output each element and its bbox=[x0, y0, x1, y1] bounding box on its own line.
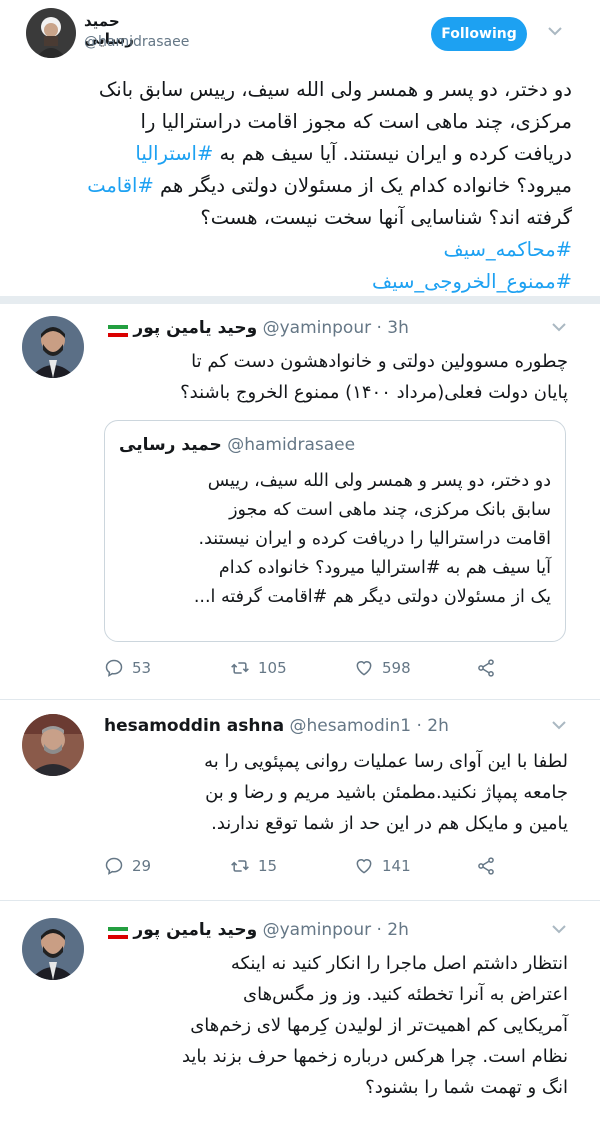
quoted-author-name: حمید رسایی bbox=[119, 435, 222, 455]
reply-icon bbox=[105, 857, 123, 875]
tweet-line: مرکزی، چند ماهی است که مجوز اقامت دراستر… bbox=[140, 110, 572, 133]
retweet-button[interactable]: 105 bbox=[230, 658, 287, 678]
header-handle[interactable]: @hamidrasaee bbox=[84, 34, 189, 50]
reply-author-name[interactable]: وحید یامین پور bbox=[133, 318, 257, 338]
tweet-actions: 53 105 598 bbox=[104, 658, 574, 686]
quote-line: یک از مسئولان دولتی دیگر هم #اقامت گرفته… bbox=[193, 587, 551, 607]
like-icon bbox=[356, 661, 372, 676]
reply-body: لطفا با این آوای رسا عملیات روانی پمپئوی… bbox=[104, 746, 568, 839]
like-icon bbox=[356, 859, 372, 874]
retweet-count: 105 bbox=[258, 659, 287, 677]
following-button[interactable]: Following bbox=[431, 17, 527, 51]
reply-icon bbox=[105, 659, 123, 677]
retweet-button[interactable]: 15 bbox=[230, 856, 277, 876]
quote-line: سابق بانک مرکزی، چند ماهی است که مجوز bbox=[229, 500, 551, 520]
reply-line: یامین و مایکل هم در این حد از شما توقع ن… bbox=[211, 813, 568, 834]
retweet-icon bbox=[231, 860, 249, 872]
reply-line: جامعه پمپاژ نکنید.مطمئن باشید مریم و رضا… bbox=[205, 782, 568, 803]
divider bbox=[0, 900, 600, 901]
quoted-tweet-body: دو دختر، دو پسر و همسر ولی الله سیف، ریی… bbox=[117, 467, 551, 612]
quote-line: آیا سیف هم به #استرالیا میرود؟ خانواده ک… bbox=[218, 558, 551, 578]
tweet-line: دریافت کرده و ایران نیستند. آیا سیف هم ب… bbox=[20, 138, 572, 170]
reply-header: وحید یامین پور @yaminpour · 3h bbox=[104, 318, 409, 338]
like-count: 598 bbox=[382, 659, 411, 677]
quoted-author-handle: @hamidrasaee bbox=[227, 435, 356, 455]
retweet-icon bbox=[231, 662, 249, 674]
hashtag-link[interactable]: #اقامت bbox=[87, 174, 154, 197]
tweet-body: دو دختر، دو پسر و همسر ولی الله سیف، ریی… bbox=[20, 74, 572, 298]
reply-line: اعتراض به آنرا تخطئه کنید. وز وز مگس‌های bbox=[243, 984, 568, 1005]
reply-count: 53 bbox=[132, 659, 152, 677]
iran-flag-icon bbox=[108, 322, 128, 337]
tweet-line: میرود؟ خانواده کدام یک از مسئولان دولتی … bbox=[20, 170, 572, 202]
avatar-image bbox=[26, 8, 76, 58]
like-count: 141 bbox=[382, 857, 411, 875]
share-button[interactable] bbox=[476, 856, 496, 876]
reply-author-handle[interactable]: @yaminpour · 3h bbox=[263, 318, 409, 338]
reply-body: چطوره مسوولین دولتی و خانوادهشون دست کم … bbox=[104, 346, 568, 408]
like-button[interactable]: 141 bbox=[354, 856, 411, 876]
tweet-actions: 29 15 141 bbox=[104, 856, 574, 884]
tweet-text: میرود؟ خانواده کدام یک از مسئولان دولتی … bbox=[153, 174, 572, 197]
share-button[interactable] bbox=[476, 658, 496, 678]
tweet-line: دو دختر، دو پسر و همسر ولی الله سیف، ریی… bbox=[98, 78, 572, 101]
reply-author-name[interactable]: hesamoddin ashna bbox=[104, 716, 284, 736]
reply-line: انگ و تهمت شما را بشنود؟ bbox=[365, 1077, 568, 1098]
chevron-down-icon[interactable] bbox=[552, 718, 566, 734]
reply-author-handle[interactable]: @yaminpour · 2h bbox=[263, 920, 409, 940]
avatar-image bbox=[22, 714, 84, 776]
divider bbox=[0, 699, 600, 700]
reply-line: چطوره مسوولین دولتی و خانوادهشون دست کم … bbox=[191, 351, 568, 372]
iran-flag-icon bbox=[108, 924, 128, 939]
reply-line: لطفا با این آوای رسا عملیات روانی پمپئوی… bbox=[204, 751, 568, 772]
reply-author-name[interactable]: وحید یامین پور bbox=[133, 920, 257, 940]
reply-button[interactable]: 53 bbox=[104, 658, 151, 678]
quoted-tweet[interactable]: حمید رسایی @hamidrasaee دو دختر، دو پسر … bbox=[104, 420, 566, 642]
share-icon bbox=[478, 659, 494, 677]
reply-body: انتظار داشتم اصل ماجرا را انکار کنید نه … bbox=[104, 948, 568, 1103]
share-icon bbox=[478, 857, 494, 875]
reply-author-handle[interactable]: @hesamodin1 · 2h bbox=[289, 716, 448, 736]
reply-line: پایان دولت فعلی(مرداد ۱۴۰۰) ممنوع الخروج… bbox=[180, 382, 568, 403]
hashtag-link[interactable]: #ممنوع_الخروجی_سیف bbox=[20, 266, 572, 298]
chevron-down-icon[interactable] bbox=[548, 24, 562, 40]
avatar-image bbox=[22, 316, 84, 378]
reply-count: 29 bbox=[132, 857, 152, 875]
reply-button[interactable]: 29 bbox=[104, 856, 151, 876]
reply-line: آمریکایی کم اهمیت‌تر از لولیدن کِرمها لا… bbox=[190, 1015, 568, 1036]
quote-line: دو دختر، دو پسر و همسر ولی الله سیف، ریی… bbox=[207, 471, 551, 491]
reply-line: انتظار داشتم اصل ماجرا را انکار کنید نه … bbox=[230, 953, 568, 974]
avatar-hamidrasaee[interactable] bbox=[26, 8, 76, 58]
like-button[interactable]: 598 bbox=[354, 658, 411, 678]
reply-header: وحید یامین پور @yaminpour · 2h bbox=[104, 920, 409, 940]
avatar-yaminpour[interactable] bbox=[22, 918, 84, 980]
tweet-line: گرفته اند؟ شناسایی آنها سخت نیست، هست؟ bbox=[200, 206, 572, 229]
retweet-count: 15 bbox=[258, 857, 278, 875]
avatar-image bbox=[22, 918, 84, 980]
quoted-tweet-header: حمید رسایی @hamidrasaee bbox=[119, 435, 355, 455]
avatar-hesamodin1[interactable] bbox=[22, 714, 84, 776]
section-separator bbox=[0, 296, 600, 304]
chevron-down-icon[interactable] bbox=[552, 922, 566, 938]
chevron-down-icon[interactable] bbox=[552, 320, 566, 336]
tweet-text: دریافت کرده و ایران نیستند. آیا سیف هم ب… bbox=[213, 142, 573, 165]
quote-line: اقامت دراسترالیا را دریافت کرده و ایران … bbox=[198, 529, 551, 549]
hashtag-link[interactable]: #استرالیا bbox=[135, 142, 213, 165]
hashtag-link[interactable]: #محاکمه_سیف bbox=[20, 234, 572, 266]
reply-header: hesamoddin ashna @hesamodin1 · 2h bbox=[104, 716, 449, 736]
reply-line: نظام است. چرا هرکس درباره زخمها حرف بزند… bbox=[181, 1046, 568, 1067]
avatar-yaminpour[interactable] bbox=[22, 316, 84, 378]
